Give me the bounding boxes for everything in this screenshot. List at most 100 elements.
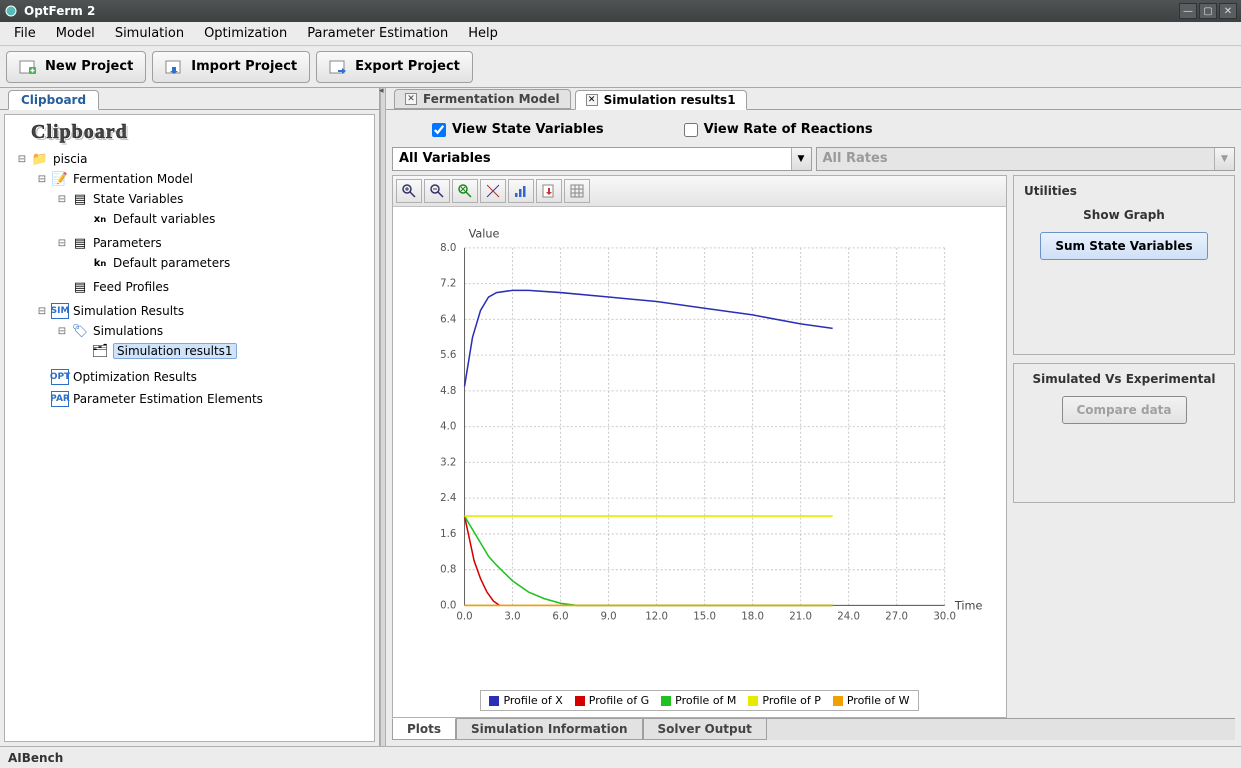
tree-feed-profiles[interactable]: ▤ Feed Profiles [55, 278, 370, 296]
legend-swatch [748, 696, 758, 706]
tree-default-variables[interactable]: xn Default variables [75, 210, 370, 228]
splitter[interactable] [380, 88, 386, 746]
menu-model[interactable]: Model [46, 23, 105, 44]
tree-label: Simulations [93, 324, 163, 338]
simulated-vs-experimental-box: Simulated Vs Experimental Compare data [1013, 363, 1235, 503]
model-icon: 📝 [51, 171, 69, 187]
new-project-icon [19, 58, 37, 76]
reset-zoom-icon[interactable] [452, 179, 478, 203]
main-split: Clipboard Clipboard ⊟ 📁 piscia [0, 88, 1241, 746]
svg-text:8.0: 8.0 [440, 243, 456, 254]
svg-text:6.4: 6.4 [440, 314, 456, 325]
line-chart: 0.03.06.09.012.015.018.021.024.027.030.0… [393, 207, 1006, 646]
svg-text:0.0: 0.0 [456, 612, 472, 623]
expand-handle-icon[interactable]: ⊟ [17, 154, 27, 165]
export-project-label: Export Project [355, 59, 460, 74]
expand-handle-icon[interactable]: ⊟ [37, 174, 47, 185]
tree-project[interactable]: ⊟ 📁 piscia [15, 150, 370, 168]
tab-label: Fermentation Model [423, 92, 560, 106]
list-icon: ▤ [71, 235, 89, 251]
menu-parameter-estimation[interactable]: Parameter Estimation [297, 23, 458, 44]
menu-bar: File Model Simulation Optimization Param… [0, 22, 1241, 46]
tree-simulation-results[interactable]: ⊟ SIM Simulation Results [35, 302, 370, 320]
view-state-variables-checkbox[interactable]: View State Variables [432, 122, 604, 137]
tree-state-variables[interactable]: ⊟ ▤ State Variables [55, 190, 370, 208]
document-tab-row: ✕ Fermentation Model ✕ Simulation result… [386, 88, 1241, 110]
tree-parameter-estimation-elements[interactable]: PAR Parameter Estimation Elements [35, 390, 370, 408]
chevron-down-icon[interactable]: ▼ [791, 148, 811, 170]
checkbox-label: View Rate of Reactions [704, 122, 873, 137]
clipboard-tab[interactable]: Clipboard [8, 90, 99, 110]
utilities-box: Utilities Show Graph Sum State Variables [1013, 175, 1235, 355]
close-window-button[interactable]: ✕ [1219, 3, 1237, 19]
maximize-button[interactable]: ▢ [1199, 3, 1217, 19]
tree-label: Parameter Estimation Elements [73, 392, 263, 406]
expand-handle-icon[interactable]: ⊟ [57, 238, 67, 249]
tree-label: Feed Profiles [93, 280, 169, 294]
tab-fermentation-model[interactable]: ✕ Fermentation Model [394, 89, 571, 109]
svg-text:12.0: 12.0 [645, 612, 668, 623]
close-tab-icon[interactable]: ✕ [586, 94, 598, 106]
variables-combo[interactable]: All Variables ▼ [392, 147, 812, 171]
import-project-label: Import Project [191, 59, 297, 74]
checkbox-input[interactable] [432, 123, 446, 137]
expand-handle-icon[interactable]: ⊟ [37, 306, 47, 317]
svg-text:5.6: 5.6 [440, 350, 456, 361]
bottom-tab-plots[interactable]: Plots [392, 718, 456, 740]
tab-label: Simulation results1 [604, 93, 736, 107]
tree-simulations[interactable]: ⊟ 🏷 Simulations [55, 322, 370, 340]
chevron-down-icon: ▼ [1214, 148, 1234, 170]
menu-optimization[interactable]: Optimization [194, 23, 297, 44]
legend-item: Profile of M [661, 694, 736, 707]
rates-combo: All Rates ▼ [816, 147, 1236, 171]
plot-area[interactable]: 0.03.06.09.012.015.018.021.024.027.030.0… [393, 207, 1006, 686]
menu-file[interactable]: File [4, 23, 46, 44]
svg-text:0.8: 0.8 [440, 565, 456, 576]
minimize-button[interactable]: — [1179, 3, 1197, 19]
combo-row: All Variables ▼ All Rates ▼ [392, 143, 1235, 175]
tree-project-label: piscia [53, 152, 88, 166]
series-icon[interactable] [508, 179, 534, 203]
tree-parameters[interactable]: ⊟ ▤ Parameters [55, 234, 370, 252]
tab-simulation-results1[interactable]: ✕ Simulation results1 [575, 90, 747, 110]
tree-label: Default parameters [113, 256, 230, 270]
tag-icon: 🏷 [71, 323, 89, 339]
menu-help[interactable]: Help [458, 23, 508, 44]
svg-text:7.2: 7.2 [440, 279, 456, 290]
svg-text:30.0: 30.0 [933, 612, 956, 623]
title-bar: OptFerm 2 — ▢ ✕ [0, 0, 1241, 22]
legend-item: Profile of X [489, 694, 562, 707]
side-tab-row: Clipboard [0, 88, 379, 110]
bottom-tab-solver-output[interactable]: Solver Output [643, 719, 767, 740]
checkbox-input[interactable] [684, 123, 698, 137]
tree-default-parameters[interactable]: kn Default parameters [75, 254, 370, 272]
view-rate-reactions-checkbox[interactable]: View Rate of Reactions [684, 122, 873, 137]
import-project-button[interactable]: Import Project [152, 51, 310, 83]
utilities-column: Utilities Show Graph Sum State Variables… [1013, 175, 1235, 718]
sum-state-variables-button[interactable]: Sum State Variables [1040, 232, 1207, 260]
new-project-button[interactable]: New Project [6, 51, 146, 83]
zoom-out-icon[interactable] [424, 179, 450, 203]
tree-label: Simulation Results [73, 304, 184, 318]
tree-optimization-results[interactable]: OPT Optimization Results [35, 368, 370, 386]
folder-icon: 📁 [31, 151, 49, 167]
crosshair-icon[interactable] [480, 179, 506, 203]
expand-handle-icon[interactable]: ⊟ [57, 194, 67, 205]
menu-simulation[interactable]: Simulation [105, 23, 194, 44]
expand-handle-icon[interactable]: ⊟ [57, 326, 67, 337]
bottom-tab-simulation-information[interactable]: Simulation Information [456, 719, 642, 740]
tree-simulation-results1[interactable]: 🗂 Simulation results1 [75, 342, 370, 360]
legend-label: Profile of W [847, 694, 910, 707]
show-graph-label: Show Graph [1083, 208, 1165, 222]
close-tab-icon[interactable]: ✕ [405, 93, 417, 105]
legend-label: Profile of X [503, 694, 562, 707]
tree-fermentation-model[interactable]: ⊟ 📝 Fermentation Model [35, 170, 370, 188]
zoom-in-icon[interactable] [396, 179, 422, 203]
svg-text:3.0: 3.0 [504, 612, 520, 623]
grid-icon[interactable] [564, 179, 590, 203]
export-icon[interactable] [536, 179, 562, 203]
tree-panel: Clipboard ⊟ 📁 piscia ⊟ [4, 114, 375, 742]
svg-text:21.0: 21.0 [789, 612, 812, 623]
export-project-button[interactable]: Export Project [316, 51, 473, 83]
window-title: OptFerm 2 [24, 4, 1177, 18]
